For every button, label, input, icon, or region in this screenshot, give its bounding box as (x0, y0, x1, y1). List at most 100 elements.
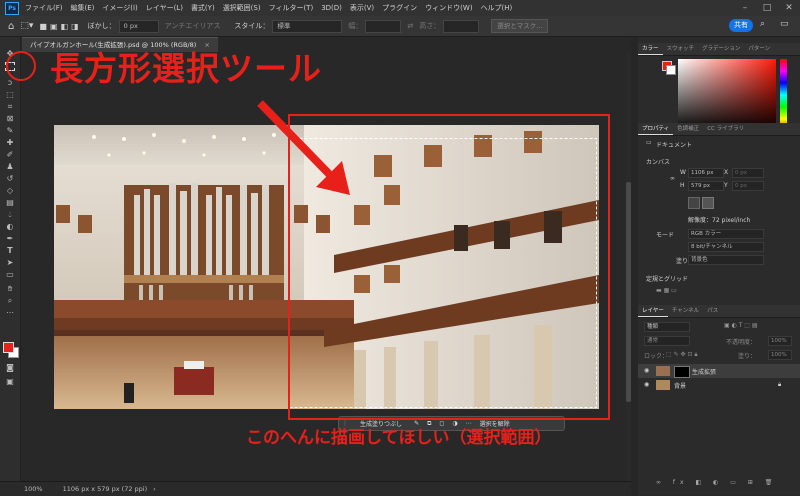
foreground-color-swatch[interactable] (3, 342, 14, 353)
menu-layer[interactable]: レイヤー(L) (146, 3, 183, 13)
link-icon[interactable]: ∞ (670, 175, 675, 182)
style-select[interactable]: 標準 (272, 19, 343, 33)
layer-row[interactable]: ◉ 生成拡張 (638, 364, 800, 378)
tab-gradients[interactable]: グラデーション (698, 43, 744, 55)
type-tool-icon[interactable]: T (4, 245, 16, 256)
dodge-tool-icon[interactable]: ◐ (4, 221, 16, 232)
h-input[interactable]: 579 px (688, 181, 724, 191)
drag-handle-icon[interactable]: ⋮ (342, 420, 348, 427)
mask-icon[interactable]: ◻ (439, 420, 444, 427)
width-input[interactable] (365, 19, 402, 33)
height-input[interactable] (443, 19, 480, 33)
swap-icon[interactable]: ⇄ (407, 22, 413, 30)
menu-help[interactable]: ヘルプ(H) (481, 3, 513, 13)
status-chevron-icon[interactable]: › (153, 485, 156, 493)
selection-mode-icons[interactable]: ■▣◧◨ (39, 22, 81, 31)
history-brush-tool-icon[interactable]: ↺ (4, 173, 16, 184)
transform-icon[interactable]: ⧉ (427, 420, 431, 428)
close-icon[interactable]: ✕ (778, 3, 800, 13)
bg-swatch[interactable] (666, 65, 676, 75)
mode-select[interactable]: RGB カラー (688, 229, 764, 239)
quick-mask-icon[interactable]: ◙ (4, 362, 16, 373)
ruler-icons[interactable]: ▬ ▦ ▭ (656, 287, 677, 294)
tab-layers[interactable]: レイヤー (638, 305, 668, 317)
invert-icon[interactable]: ◑ (452, 420, 457, 427)
portrait-icon[interactable] (688, 197, 700, 209)
frame-tool-icon[interactable]: ⊠ (4, 113, 16, 124)
menu-select[interactable]: 選択範囲(S) (223, 3, 261, 13)
tab-patterns[interactable]: パターン (744, 43, 774, 55)
menu-view[interactable]: 表示(V) (350, 3, 374, 13)
deselect-button[interactable]: 選択を解除 (480, 419, 510, 428)
layer-filter-select[interactable]: 種類 (644, 322, 690, 332)
menu-image[interactable]: イメージ(I) (102, 3, 137, 13)
y-input[interactable]: 0 px (732, 181, 764, 191)
document-dimensions[interactable]: 1106 px x 579 px (72 ppi) (63, 485, 148, 493)
path-select-tool-icon[interactable]: ➤ (4, 257, 16, 268)
more-tools-icon[interactable]: ⋯ (4, 307, 16, 318)
zoom-level[interactable]: 100% (24, 485, 43, 493)
close-tab-icon[interactable]: × (204, 41, 209, 49)
eraser-tool-icon[interactable]: ◇ (4, 185, 16, 196)
feather-input[interactable]: 0 px (118, 19, 159, 33)
brush-tool-icon[interactable]: ✐ (4, 149, 16, 160)
lock-icons[interactable]: ⬚ ✎ ✥ ⊡ 🔒︎ (666, 351, 698, 359)
menu-3d[interactable]: 3D(D) (321, 4, 342, 12)
x-input[interactable]: 0 px (732, 168, 764, 178)
antialias-checkbox[interactable]: アンチエイリアス (165, 21, 221, 31)
tab-swatches[interactable]: スウォッチ (663, 43, 699, 55)
screen-mode-icon[interactable]: ▣ (4, 376, 16, 387)
share-button[interactable]: 共有 (729, 19, 753, 32)
blur-tool-icon[interactable]: 💧︎ (4, 209, 16, 220)
stamp-tool-icon[interactable]: ♟ (4, 161, 16, 172)
menu-plugins[interactable]: プラグイン (382, 3, 417, 13)
visibility-eye-icon[interactable]: ◉ (644, 381, 649, 388)
more-options-icon[interactable]: ⋯ (466, 420, 472, 427)
generative-fill-button[interactable]: 生成塗りつぶし (360, 419, 402, 428)
crop-tool-icon[interactable]: ⌗ (4, 101, 16, 112)
layer-footer-icons[interactable]: ∞ fx ◧ ◐ ▭ ⊞ 🗑︎ (656, 479, 777, 486)
search-icon[interactable]: ⌕ (760, 19, 765, 29)
menu-type[interactable]: 書式(Y) (191, 3, 215, 13)
menu-bar: Ps ファイル(F) 編集(E) イメージ(I) レイヤー(L) 書式(Y) 選… (0, 0, 800, 16)
menu-file[interactable]: ファイル(F) (25, 3, 63, 13)
color-picker-field[interactable] (678, 59, 776, 131)
tab-channels[interactable]: チャンネル (668, 305, 703, 317)
landscape-icon[interactable] (702, 197, 714, 209)
object-select-tool-icon[interactable]: ⬚ (4, 89, 16, 100)
marquee-preset-icon[interactable]: ⬚▾ (20, 21, 33, 31)
healing-tool-icon[interactable]: ✚ (4, 137, 16, 148)
fill-opacity-input[interactable]: 100% (768, 350, 792, 360)
shape-tool-icon[interactable]: ▭ (4, 269, 16, 280)
zoom-tool-icon[interactable]: ⌕ (4, 295, 16, 306)
x-label: X (724, 169, 729, 176)
tab-libraries[interactable]: CC ライブラリ (703, 123, 748, 135)
tab-color[interactable]: カラー (638, 43, 663, 55)
depth-select[interactable]: 8 bit/チャンネル (688, 242, 764, 252)
window-controls: – □ ✕ (734, 3, 800, 13)
visibility-eye-icon[interactable]: ◉ (644, 367, 649, 374)
select-mask-button[interactable]: 選択とマスク... (491, 19, 549, 33)
tab-paths[interactable]: パス (703, 305, 722, 317)
w-input[interactable]: 1106 px (688, 168, 724, 178)
menu-filter[interactable]: フィルター(T) (269, 3, 314, 13)
workspace-icon[interactable]: ▭ (780, 19, 789, 29)
menu-window[interactable]: ウィンドウ(W) (425, 3, 472, 13)
hue-slider[interactable] (780, 59, 787, 131)
fill-select[interactable]: 背景色 (688, 255, 764, 265)
minimize-icon[interactable]: – (734, 3, 756, 13)
brush-icon[interactable]: ✎ (414, 420, 419, 427)
maximize-icon[interactable]: □ (756, 3, 778, 13)
menu-edit[interactable]: 編集(E) (71, 3, 95, 13)
pen-tool-icon[interactable]: ✒ (4, 233, 16, 244)
eyedropper-tool-icon[interactable]: ✎ (4, 125, 16, 136)
home-icon[interactable]: ⌂ (8, 21, 14, 32)
hand-tool-icon[interactable]: ✋︎ (4, 283, 16, 294)
tab-properties[interactable]: プロパティ (638, 123, 674, 135)
gradient-tool-icon[interactable]: ▤ (4, 197, 16, 208)
opacity-input[interactable]: 100% (768, 336, 792, 346)
layer-filter-icons[interactable]: ▣ ◐ T ⬚ ▤ (724, 322, 758, 329)
blend-mode-select[interactable]: 通常 (644, 336, 690, 346)
layer-row[interactable]: ◉ 背景 🔒︎ (638, 378, 800, 392)
tab-adjustments[interactable]: 色調補正 (673, 123, 703, 135)
